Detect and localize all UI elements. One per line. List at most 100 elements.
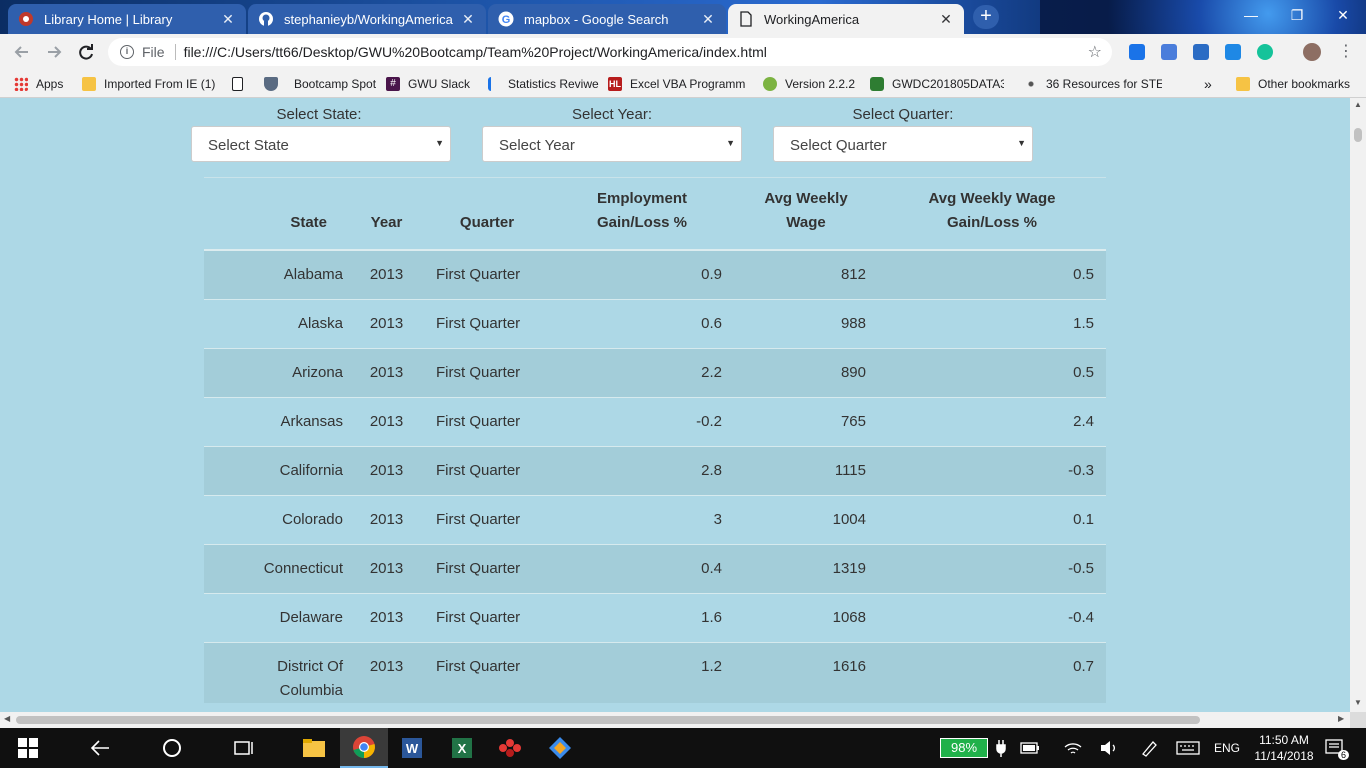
word-button[interactable]: W xyxy=(388,728,436,768)
bookmark-excel-vba[interactable]: HL Excel VBA Programm xyxy=(608,75,746,93)
action-center-button[interactable]: 6 xyxy=(1324,728,1350,768)
bookmark-gwdc[interactable]: GWDC201805DATA3 xyxy=(870,75,1004,93)
keyboard-icon[interactable] xyxy=(1176,728,1200,768)
app-button[interactable] xyxy=(486,728,534,768)
excel-button[interactable]: X xyxy=(438,728,486,768)
scroll-left-icon[interactable]: ◀ xyxy=(4,714,10,723)
tab-library-home[interactable]: Library Home | Library ✕ xyxy=(8,4,246,34)
close-icon[interactable]: ✕ xyxy=(938,11,954,28)
file-explorer-button[interactable] xyxy=(290,728,338,768)
bookmark-36-resources[interactable]: 36 Resources for STE xyxy=(1024,75,1162,93)
scroll-down-icon[interactable]: ▼ xyxy=(1350,698,1366,707)
battery-indicator[interactable]: 98% xyxy=(940,738,988,758)
bookmark-version[interactable]: Version 2.2.2 xyxy=(763,75,855,93)
horizontal-scroll-thumb[interactable] xyxy=(16,716,1200,724)
cell-employment: 3 xyxy=(550,494,734,544)
close-icon[interactable]: ✕ xyxy=(460,11,476,28)
wifi-icon[interactable] xyxy=(1064,728,1082,768)
translate-extension-icon[interactable] xyxy=(1161,44,1177,60)
quarter-select[interactable]: Select Quarter ▼ xyxy=(773,126,1033,162)
cell-wage: 1115 xyxy=(734,445,878,495)
slack-icon: # xyxy=(386,77,400,91)
url-text[interactable]: file:///C:/Users/tt66/Desktop/GWU%20Boot… xyxy=(184,44,1088,60)
cell-employment: 1.2 xyxy=(550,641,734,703)
table-row: Arizona 2013 First Quarter 2.2 890 0.5 xyxy=(204,347,1106,397)
menu-kebab-icon[interactable]: ⋮ xyxy=(1334,40,1358,64)
download-extension-icon[interactable] xyxy=(1225,44,1241,60)
maximize-button[interactable]: ❐ xyxy=(1274,0,1320,30)
cell-year: 2013 xyxy=(355,298,418,348)
profile-avatar[interactable] xyxy=(1303,43,1321,61)
cell-quarter: First Quarter xyxy=(418,494,550,544)
reload-button[interactable] xyxy=(74,40,98,64)
table-row: Colorado 2013 First Quarter 3 1004 0.1 xyxy=(204,494,1106,544)
apps-grid-icon xyxy=(14,77,28,91)
wallet-extension-icon[interactable] xyxy=(1193,44,1209,60)
bookmark-page[interactable] xyxy=(232,75,251,93)
close-icon[interactable]: ✕ xyxy=(700,11,716,28)
address-bar[interactable]: i File file:///C:/Users/tt66/Desktop/GWU… xyxy=(108,38,1112,66)
git-client-button[interactable] xyxy=(536,728,584,768)
chrome-button[interactable] xyxy=(340,728,388,768)
bookmark-imported-ie[interactable]: Imported From IE (1) xyxy=(82,75,215,93)
bookmark-other[interactable]: Other bookmarks xyxy=(1236,75,1350,93)
tab-google-search[interactable]: G mapbox - Google Search ✕ xyxy=(488,4,726,34)
pen-icon[interactable] xyxy=(1140,728,1158,768)
back-button[interactable] xyxy=(76,728,124,768)
shield-icon xyxy=(264,77,278,91)
task-view-button[interactable] xyxy=(220,728,268,768)
power-plug-icon[interactable] xyxy=(994,728,1008,768)
bookmark-apps[interactable]: Apps xyxy=(14,75,63,93)
new-tab-button[interactable]: + xyxy=(973,5,999,29)
minimize-button[interactable]: — xyxy=(1228,0,1274,30)
cell-quarter: First Quarter xyxy=(418,249,550,299)
vertical-scrollbar[interactable]: ▲ ▼ xyxy=(1350,98,1366,712)
start-button[interactable] xyxy=(4,728,52,768)
bookmark-bootcamp-spot[interactable]: Bootcamp Spot xyxy=(264,75,376,93)
bookmark-label: GWDC201805DATA3 xyxy=(892,77,1004,91)
bookmark-star-icon[interactable]: ☆ xyxy=(1088,42,1102,62)
cell-employment: 2.2 xyxy=(550,347,734,397)
horizontal-scrollbar[interactable]: ◀ ▶ xyxy=(0,712,1350,728)
cell-state: California xyxy=(204,445,355,495)
cell-year: 2013 xyxy=(355,347,418,397)
github-favicon xyxy=(258,11,274,27)
system-clock[interactable]: 11:50 AM 11/14/2018 xyxy=(1248,732,1320,764)
vertical-scroll-thumb[interactable] xyxy=(1354,128,1362,142)
svg-text:W: W xyxy=(406,741,419,756)
cortana-button[interactable] xyxy=(148,728,196,768)
volume-icon[interactable] xyxy=(1100,728,1118,768)
cell-state: Connecticut xyxy=(204,543,355,593)
close-icon[interactable]: ✕ xyxy=(220,11,236,28)
forward-button[interactable] xyxy=(42,40,66,64)
cell-state: District Of Columbia xyxy=(204,641,355,703)
scheme-label: File xyxy=(142,44,165,60)
close-window-button[interactable]: ✕ xyxy=(1320,0,1366,30)
tab-strip: Library Home | Library ✕ stephanieyb/Wor… xyxy=(0,0,1366,34)
bookmarks-overflow-button[interactable]: » xyxy=(1204,75,1212,93)
state-select[interactable]: Select State ▼ xyxy=(191,126,451,162)
bookmark-statistics[interactable]: Statistics Reviwe xyxy=(488,75,599,93)
cell-state: Alabama xyxy=(204,249,355,299)
clock-date: 11/14/2018 xyxy=(1254,749,1314,763)
info-icon[interactable]: i xyxy=(120,45,134,59)
header-employment: Employment Gain/Loss % xyxy=(550,178,734,251)
tab-github[interactable]: stephanieyb/WorkingAmerica ✕ xyxy=(248,4,486,34)
task-view-icon xyxy=(234,741,253,755)
table-row: Arkansas 2013 First Quarter -0.2 765 2.4 xyxy=(204,396,1106,446)
hl-icon: HL xyxy=(608,77,622,91)
year-select[interactable]: Select Year ▼ xyxy=(482,126,742,162)
bookmark-gwu-slack[interactable]: # GWU Slack xyxy=(386,75,470,93)
scroll-up-icon[interactable]: ▲ xyxy=(1350,100,1366,109)
bracket-icon xyxy=(488,77,494,91)
cloud-extension-icon[interactable] xyxy=(1129,44,1145,60)
scroll-right-icon[interactable]: ▶ xyxy=(1338,714,1344,723)
battery-icon[interactable] xyxy=(1020,728,1040,768)
tab-title: stephanieyb/WorkingAmerica xyxy=(284,11,453,27)
back-button[interactable] xyxy=(10,40,34,64)
table-row: Alabama 2013 First Quarter 0.9 812 0.5 xyxy=(204,249,1106,299)
grammarly-icon[interactable] xyxy=(1257,44,1273,60)
tab-workingamerica[interactable]: WorkingAmerica ✕ xyxy=(728,4,964,34)
language-indicator[interactable]: ENG xyxy=(1214,728,1240,768)
table-row: District Of Columbia 2013 First Quarter … xyxy=(204,641,1106,703)
